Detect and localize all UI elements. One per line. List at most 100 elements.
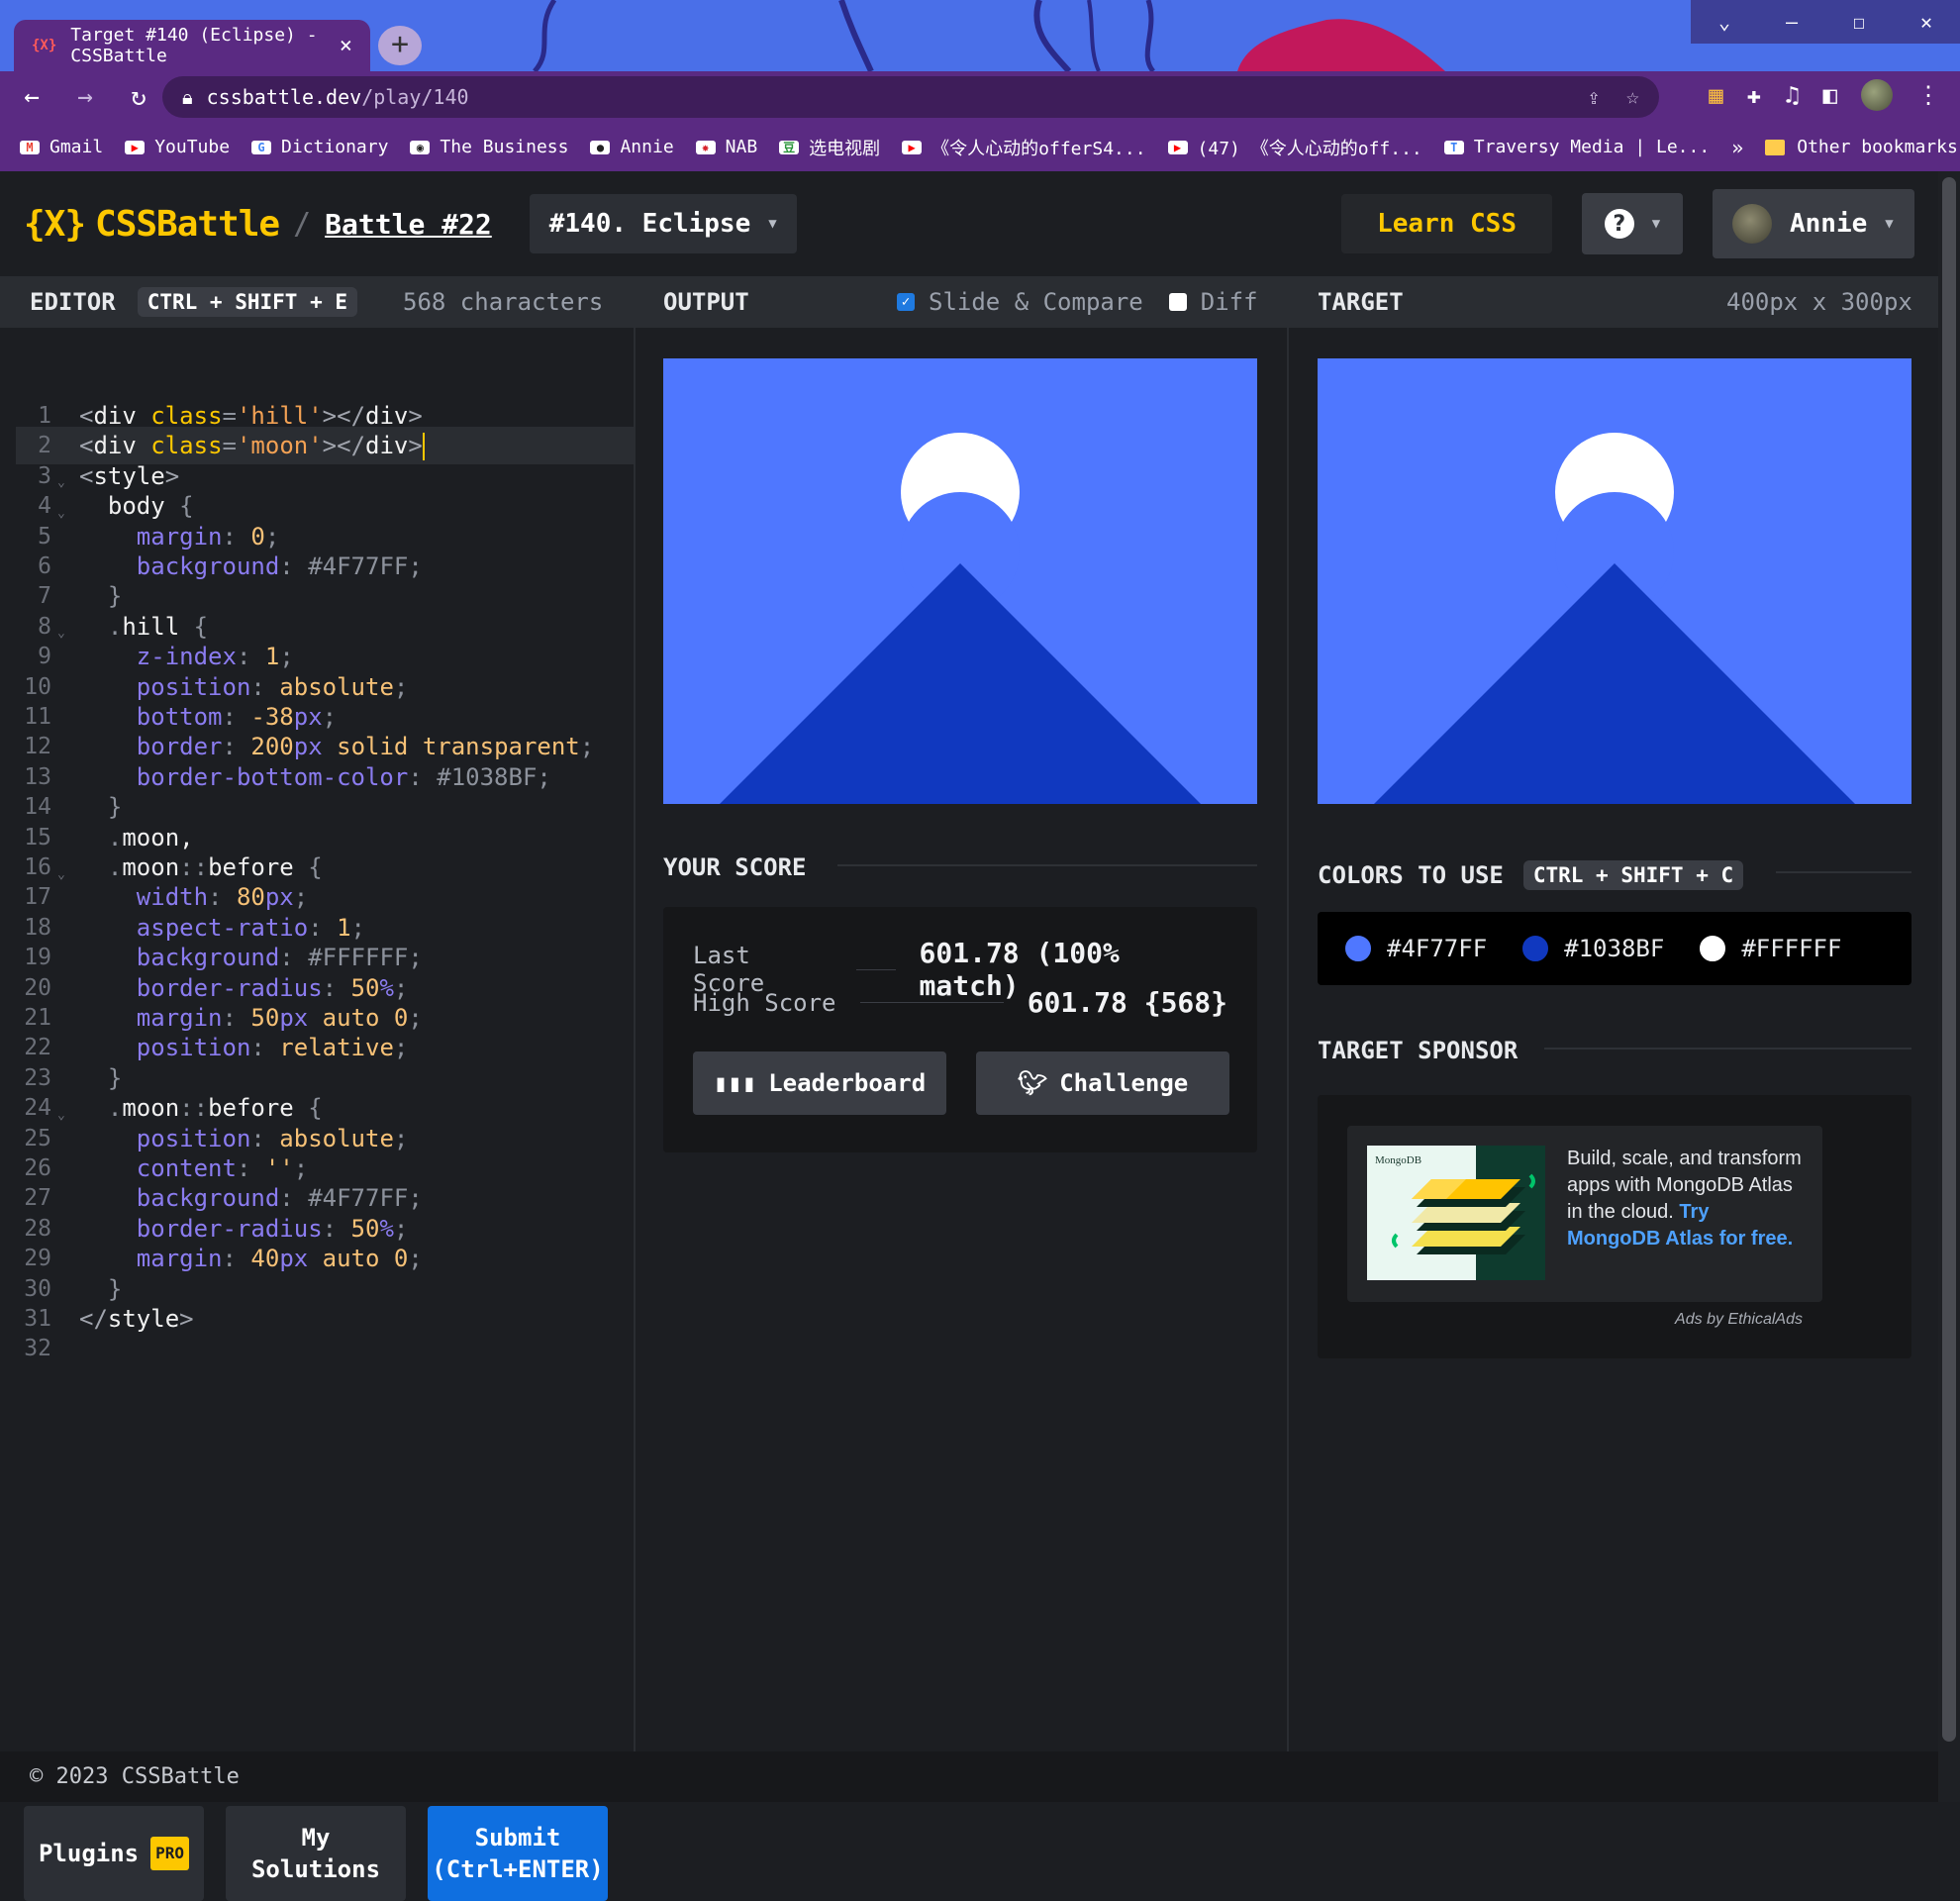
bookmark-item[interactable]: T Traversy Media | Le... <box>1443 137 1710 157</box>
colors-to-use-title: COLORS TO USE CTRL + SHIFT + C <box>1318 860 1744 890</box>
fold-chevron-icon[interactable]: ⌄ <box>51 461 79 490</box>
bookmark-item[interactable]: 豆选电视剧 <box>779 135 880 160</box>
code-text: .moon, <box>107 823 194 851</box>
address-bar[interactable]: 🔒︎ cssbattle.dev/play/140 ⇪ ☆ <box>162 76 1659 118</box>
sponsor-ad[interactable]: MongoDB Build, scale, and transform apps… <box>1347 1126 1822 1302</box>
bookmark-label: 《令人心动的offerS4... <box>931 138 1146 159</box>
code-text: body { <box>79 492 194 521</box>
bookmark-item[interactable]: M Gmail <box>20 137 103 157</box>
code-text: position: absolute; <box>136 672 409 701</box>
reload-icon[interactable]: ↻ <box>123 82 154 112</box>
cssbattle-logo[interactable]: {X} CSSBattle <box>24 204 280 245</box>
profile-avatar[interactable] <box>1861 79 1893 111</box>
fold-gutter <box>51 1132 79 1146</box>
fold-chevron-icon[interactable]: ⌄ <box>51 1094 79 1123</box>
share-icon[interactable]: ⇪ <box>1588 85 1601 110</box>
back-icon[interactable]: ← <box>16 82 48 112</box>
youtube-icon: ▶ <box>1167 140 1188 154</box>
sponsor-panel: MongoDB Build, scale, and transform apps… <box>1318 1095 1911 1358</box>
bookmark-item[interactable]: ✸ NAB <box>695 137 757 157</box>
extensions-puzzle-icon[interactable]: ✚ <box>1747 81 1761 109</box>
sponsor-rule <box>1544 1048 1911 1050</box>
line-number: 16 <box>24 854 51 880</box>
mongodb-ad-image[interactable]: MongoDB <box>1367 1146 1545 1280</box>
diff-checkbox[interactable] <box>1168 293 1187 311</box>
close-tab-icon[interactable]: × <box>340 34 352 58</box>
traversy-icon: T <box>1443 140 1464 154</box>
browser-menu-icon[interactable]: ⋮ <box>1916 81 1940 109</box>
output-preview[interactable] <box>663 358 1257 804</box>
bookmarks-overflow-button[interactable]: » <box>1731 136 1743 159</box>
help-menu-button[interactable]: ? ▼ <box>1582 193 1683 254</box>
target-select[interactable]: #140. Eclipse ▼ <box>529 194 797 253</box>
forward-icon[interactable]: → <box>69 82 101 112</box>
scrollbar-thumb[interactable] <box>1942 177 1956 1742</box>
close-window-button[interactable]: ✕ <box>1893 0 1960 44</box>
maximize-button[interactable]: ☐ <box>1825 0 1893 44</box>
editor-header: EDITOR CTRL + SHIFT + E 568 characters <box>30 276 603 328</box>
minimize-button[interactable]: — <box>1758 0 1825 44</box>
page-scrollbar[interactable] <box>1938 171 1960 1802</box>
browser-tab-active[interactable]: {X} Target #140 (Eclipse) - CSSBattle × <box>14 20 370 71</box>
fold-gutter <box>51 650 79 663</box>
douban-icon: 豆 <box>779 140 800 154</box>
code-line[interactable]: 32 <box>16 1330 634 1367</box>
fold-chevron-icon[interactable]: ⌄ <box>51 612 79 641</box>
color-hex: #4F77FF <box>1387 935 1488 962</box>
line-number: 2 <box>38 433 51 459</box>
color-swatch[interactable]: #4F77FF <box>1343 934 1487 963</box>
code-text: .hill { <box>107 612 209 641</box>
fold-gutter <box>51 530 79 544</box>
fold-gutter <box>51 680 79 694</box>
output-divider[interactable] <box>1287 276 1289 1761</box>
target-select-label: #140. Eclipse <box>548 209 751 239</box>
leaderboard-button[interactable]: ▮▮▮ Leaderboard <box>693 1051 946 1115</box>
my-solutions-button[interactable]: My Solutions <box>226 1806 406 1901</box>
tab-search-icon[interactable]: ⌄ <box>1691 0 1758 44</box>
submit-button[interactable]: Submit (Ctrl+ENTER) <box>428 1806 608 1901</box>
other-bookmarks[interactable]: Other bookmarks <box>1765 137 1958 157</box>
media-control-icon[interactable]: ♫ <box>1785 81 1799 109</box>
learn-css-button[interactable]: Learn CSS <box>1341 194 1552 253</box>
fold-gutter <box>51 559 79 573</box>
line-number: 20 <box>24 974 51 1001</box>
line-number: 15 <box>24 824 51 850</box>
battle-link[interactable]: Battle #22 <box>325 208 492 241</box>
code-text: z-index: 1; <box>136 643 294 671</box>
bookmark-star-icon[interactable]: ☆ <box>1626 85 1639 110</box>
code-editor[interactable]: 1 <div class='hill'></div> 2 <div class='mo… <box>0 328 634 1565</box>
mongodb-ad-illustration: MongoDB <box>1375 1146 1545 1280</box>
fold-gutter <box>51 1251 79 1265</box>
challenge-button[interactable]: 🐦︎ Challenge <box>976 1051 1229 1115</box>
bookmark-item[interactable]: ▶ (47) 《令人心动的off... <box>1167 135 1422 160</box>
editor-divider[interactable] <box>634 276 636 1761</box>
code-text: position: absolute; <box>136 1124 409 1152</box>
fold-chevron-icon[interactable]: ⌄ <box>51 492 79 521</box>
color-swatch[interactable]: #FFFFFF <box>1698 934 1841 963</box>
side-panel-icon[interactable]: ◧ <box>1823 81 1837 109</box>
user-menu-button[interactable]: Annie ▼ <box>1713 189 1914 258</box>
bookmark-item[interactable]: ● Annie <box>590 137 674 157</box>
bookmark-item[interactable]: G Dictionary <box>251 137 388 157</box>
bookmark-item[interactable]: ▶ YouTube <box>125 137 230 157</box>
bookmark-item[interactable]: ◉ The Business <box>410 137 568 157</box>
leaderboard-label: Leaderboard <box>768 1069 927 1097</box>
slide-compare-toggle[interactable]: ✓ Slide & Compare Diff <box>897 276 1258 328</box>
fold-chevron-icon[interactable]: ⌄ <box>51 853 79 882</box>
new-tab-button[interactable]: + <box>378 26 422 65</box>
line-number: 17 <box>24 884 51 911</box>
bookmark-item[interactable]: ▶ 《令人心动的offerS4... <box>902 135 1146 160</box>
code-text: <style> <box>79 461 180 490</box>
extension-icon[interactable]: ▦ <box>1709 81 1722 109</box>
colors-palette: #4F77FF #1038BF #FFFFFF <box>1318 912 1911 985</box>
ads-by-label[interactable]: Ads by EthicalAds <box>1675 1311 1803 1329</box>
output-title: OUTPUT <box>663 288 749 316</box>
slide-compare-checkbox[interactable]: ✓ <box>897 293 915 311</box>
plugins-button[interactable]: Plugins PRO <box>24 1806 204 1901</box>
line-number: 14 <box>24 794 51 821</box>
colors-title-text: COLORS TO USE <box>1318 861 1504 889</box>
color-swatch[interactable]: #1038BF <box>1520 934 1664 963</box>
tab-strip: {X} Target #140 (Eclipse) - CSSBattle × … <box>0 0 1960 71</box>
line-number: 31 <box>24 1306 51 1332</box>
bookmark-label: Gmail <box>49 137 104 157</box>
